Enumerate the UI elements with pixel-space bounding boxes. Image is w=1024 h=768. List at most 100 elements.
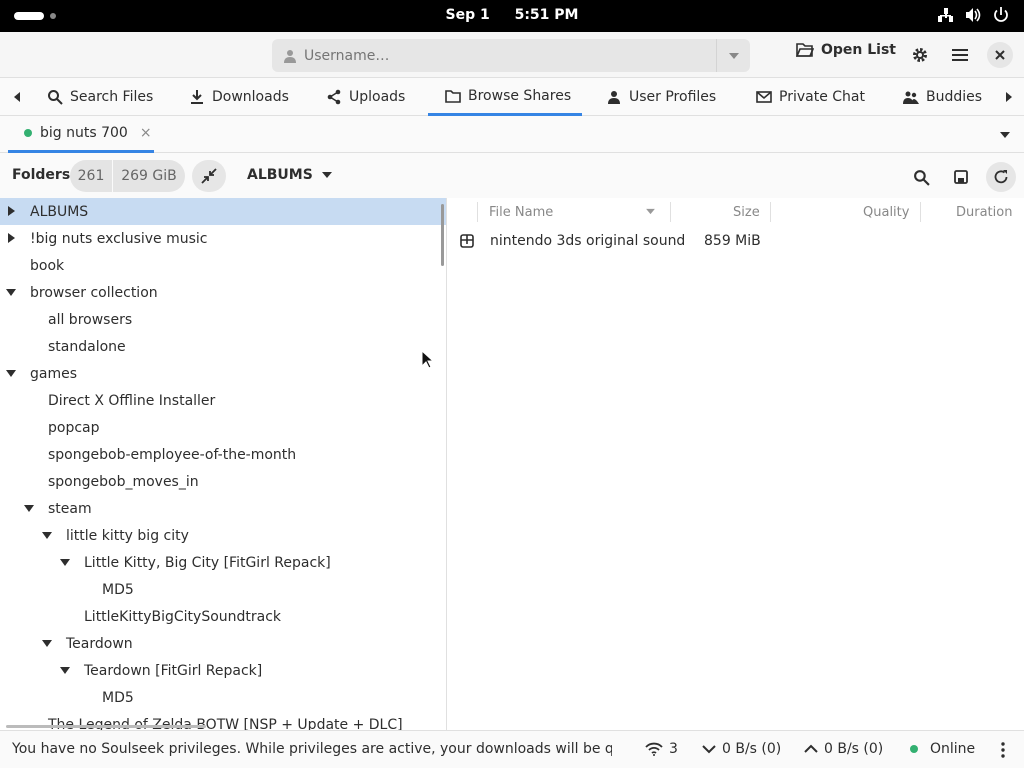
folder-row[interactable]: !big nuts exclusive music bbox=[0, 225, 446, 252]
upload-speed-indicator[interactable]: 0 B/s (0) bbox=[804, 741, 883, 757]
expand-icon[interactable] bbox=[6, 233, 16, 243]
chevron-down-icon bbox=[702, 745, 716, 754]
download-speed: 0 B/s (0) bbox=[722, 741, 782, 757]
main-menu-button[interactable] bbox=[947, 42, 973, 68]
tab-buddies[interactable]: Buddies bbox=[903, 78, 982, 116]
folder-row[interactable]: standalone bbox=[0, 333, 446, 360]
menu-icon bbox=[952, 49, 968, 61]
file-list[interactable]: File Name Size Quality Duration nintendo… bbox=[448, 198, 1024, 730]
folder-label: Teardown bbox=[66, 635, 133, 652]
folder-row[interactable]: Teardown bbox=[0, 630, 446, 657]
save-shares-button[interactable] bbox=[946, 162, 976, 192]
time-label: 5:51 PM bbox=[514, 7, 579, 23]
username-dropdown-button[interactable] bbox=[716, 39, 750, 72]
scroll-right-icon[interactable] bbox=[1002, 90, 1016, 104]
status-bar: You have no Soulseek privileges. While p… bbox=[0, 730, 1024, 768]
system-tray[interactable] bbox=[936, 6, 1010, 24]
folder-open-icon bbox=[796, 43, 814, 57]
close-tab-button[interactable]: × bbox=[140, 125, 152, 141]
search-files-button[interactable] bbox=[906, 162, 936, 192]
folder-row[interactable]: all browsers bbox=[0, 306, 446, 333]
browse-toolbar: Folders 261 269 GiB ALBUMS bbox=[0, 153, 1024, 199]
folder-row[interactable]: Teardown [FitGirl Repack] bbox=[0, 657, 446, 684]
chevron-down-icon bbox=[321, 172, 332, 178]
tab-label: Private Chat bbox=[779, 89, 865, 105]
refresh-button[interactable] bbox=[986, 162, 1016, 192]
share-icon bbox=[327, 89, 341, 105]
close-icon bbox=[995, 50, 1005, 60]
download-icon bbox=[191, 90, 203, 104]
folder-row[interactable]: ALBUMS bbox=[0, 198, 446, 225]
collapse-icon[interactable] bbox=[6, 368, 16, 378]
tab-label: User Profiles bbox=[629, 89, 717, 105]
power-icon bbox=[994, 7, 1008, 22]
folder-tree[interactable]: ALBUMS !big nuts exclusive music book brows… bbox=[0, 198, 447, 730]
folder-row[interactable]: browser collection bbox=[0, 279, 446, 306]
folder-icon bbox=[445, 89, 461, 103]
collapse-all-button[interactable] bbox=[192, 160, 226, 192]
folder-row[interactable]: LittleKittyBigCitySoundtrack bbox=[0, 603, 446, 630]
tab-label: Downloads bbox=[212, 89, 289, 105]
search-icon bbox=[48, 90, 63, 105]
folder-row[interactable]: games bbox=[0, 360, 446, 387]
column-duration[interactable]: Duration bbox=[956, 205, 1012, 220]
online-status-button[interactable]: Online bbox=[910, 741, 975, 757]
folder-label: MD5 bbox=[102, 581, 134, 598]
user-tab-big-nuts-700[interactable]: big nuts 700 × bbox=[8, 116, 154, 153]
vertical-scrollbar[interactable] bbox=[441, 204, 444, 266]
collapse-icon[interactable] bbox=[42, 530, 52, 540]
folder-row[interactable]: little kitty big city bbox=[0, 522, 446, 549]
archive-icon bbox=[460, 234, 474, 248]
folder-row[interactable]: steam bbox=[0, 495, 446, 522]
collapse-icon[interactable] bbox=[42, 638, 52, 648]
clock[interactable]: Sep 1 5:51 PM bbox=[0, 7, 1024, 23]
close-window-button[interactable] bbox=[987, 42, 1013, 68]
column-file-name[interactable]: File Name bbox=[489, 205, 553, 220]
user-icon bbox=[284, 49, 296, 63]
folder-row[interactable]: popcap bbox=[0, 414, 446, 441]
main-tabs: Search Files Downloads Uploads Browse Sh… bbox=[0, 78, 1024, 116]
collapse-icon[interactable] bbox=[60, 665, 70, 675]
open-list-button[interactable]: Open List bbox=[796, 42, 896, 58]
more-options-icon[interactable] bbox=[1000, 742, 1006, 758]
username-input[interactable] bbox=[304, 47, 724, 64]
mouse-cursor-icon bbox=[421, 350, 435, 369]
tab-uploads[interactable]: Uploads bbox=[326, 78, 405, 116]
folder-label: Little Kitty, Big City [FitGirl Repack] bbox=[84, 554, 331, 571]
file-list-header: File Name Size Quality Duration bbox=[448, 198, 1024, 226]
file-row[interactable]: nintendo 3ds original sound 859 MiB bbox=[448, 230, 1024, 254]
online-status-dot bbox=[24, 129, 32, 137]
header-bar: Open List bbox=[0, 32, 1024, 78]
wifi-icon bbox=[645, 742, 663, 756]
folder-row[interactable]: Direct X Offline Installer bbox=[0, 387, 446, 414]
chevron-down-icon bbox=[728, 52, 739, 59]
current-folder-dropdown[interactable]: ALBUMS bbox=[247, 167, 333, 183]
collapse-icon[interactable] bbox=[24, 503, 34, 513]
folder-row[interactable]: Little Kitty, Big City [FitGirl Repack] bbox=[0, 549, 446, 576]
connections-indicator[interactable]: 3 bbox=[645, 741, 678, 757]
tab-private-chat[interactable]: Private Chat bbox=[756, 78, 865, 116]
folder-row[interactable]: MD5 bbox=[0, 576, 446, 603]
scroll-left-icon[interactable] bbox=[10, 90, 24, 104]
tab-downloads[interactable]: Downloads bbox=[189, 78, 289, 116]
folder-row[interactable]: book bbox=[0, 252, 446, 279]
folder-row[interactable]: spongebob_moves_in bbox=[0, 468, 446, 495]
username-combobox[interactable] bbox=[272, 39, 750, 72]
folder-label: spongebob_moves_in bbox=[48, 473, 199, 490]
collapse-icon[interactable] bbox=[60, 557, 70, 567]
file-size: 859 MiB bbox=[704, 233, 761, 249]
folder-row[interactable]: spongebob-employee-of-the-month bbox=[0, 441, 446, 468]
folder-row[interactable]: MD5 bbox=[0, 684, 446, 711]
refresh-icon bbox=[994, 170, 1008, 184]
collapse-icon[interactable] bbox=[6, 287, 16, 297]
tabs-menu-icon[interactable] bbox=[999, 131, 1011, 139]
preferences-button[interactable] bbox=[907, 42, 933, 68]
download-speed-indicator[interactable]: 0 B/s (0) bbox=[702, 741, 781, 757]
expand-icon[interactable] bbox=[6, 206, 16, 216]
horizontal-scrollbar[interactable] bbox=[6, 725, 206, 728]
tab-user-profiles[interactable]: User Profiles bbox=[606, 78, 716, 116]
tab-search-files[interactable]: Search Files bbox=[47, 78, 153, 116]
tab-browse-shares[interactable]: Browse Shares bbox=[428, 78, 582, 116]
column-quality[interactable]: Quality bbox=[863, 205, 909, 220]
column-size[interactable]: Size bbox=[733, 205, 760, 220]
